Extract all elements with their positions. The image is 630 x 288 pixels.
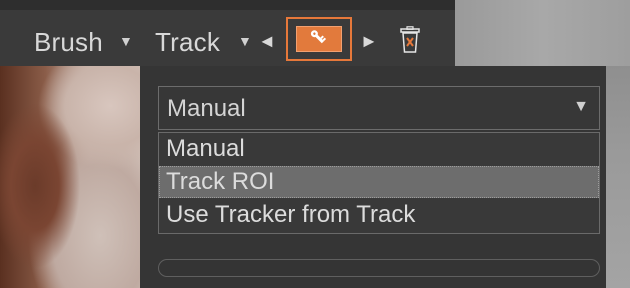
option-use-tracker-from-track[interactable]: Use Tracker from Track — [159, 199, 599, 231]
progress-bar — [158, 259, 600, 277]
previous-keyframe-button[interactable]: ◄ — [258, 30, 276, 52]
next-keyframe-button[interactable]: ► — [360, 30, 378, 52]
track-menu[interactable]: Track — [155, 26, 220, 58]
chevron-down-icon[interactable]: ▼ — [573, 97, 589, 117]
tracking-mode-options: Manual Track ROI Use Tracker from Track — [158, 132, 600, 234]
option-track-roi[interactable]: Track ROI — [159, 166, 599, 198]
tracking-mode-select[interactable]: Manual ▼ — [158, 86, 600, 130]
brush-menu[interactable]: Brush — [34, 26, 103, 58]
track-dropdown-arrow[interactable]: ▼ — [238, 32, 252, 50]
keyframe-button[interactable] — [286, 17, 352, 61]
option-manual[interactable]: Manual — [159, 133, 599, 165]
tracking-mode-value: Manual — [167, 95, 246, 122]
trash-icon[interactable] — [399, 26, 421, 54]
background-image-right — [606, 66, 630, 288]
background-image-top-right — [455, 0, 630, 66]
background-image — [0, 66, 150, 288]
brush-dropdown-arrow[interactable]: ▼ — [119, 32, 133, 50]
key-icon — [296, 26, 342, 52]
